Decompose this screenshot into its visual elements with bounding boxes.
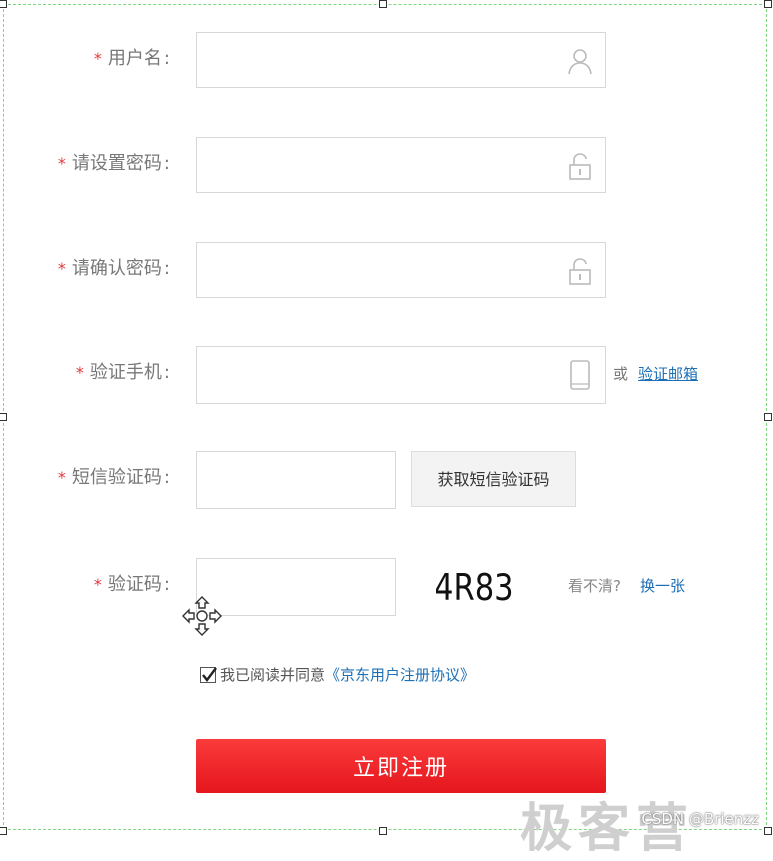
resize-handle-middle-right[interactable] [764, 413, 772, 421]
resize-handle-middle-left[interactable] [0, 413, 7, 421]
get-sms-code-button[interactable]: 获取短信验证码 [411, 451, 576, 507]
agreement-link[interactable]: 《京东用户注册协议》 [325, 666, 475, 684]
password-input[interactable] [197, 138, 605, 192]
sms-code-label: * 短信验证码: [57, 467, 170, 488]
user-icon [568, 49, 592, 75]
resize-handle-bottom-center[interactable] [379, 827, 387, 835]
sms-code-input[interactable] [197, 452, 395, 508]
username-input[interactable] [197, 33, 605, 87]
resize-handle-bottom-right[interactable] [764, 827, 772, 835]
resize-handle-top-right[interactable] [764, 0, 772, 8]
username-label: * 用户名: [93, 48, 170, 69]
confirm-password-input[interactable] [197, 243, 605, 297]
agreement-checkbox[interactable] [200, 667, 217, 683]
required-mark: * [93, 49, 102, 68]
phone-icon [570, 360, 590, 390]
unclear-text: 看不清? [568, 577, 621, 595]
confirm-password-field[interactable] [196, 242, 606, 298]
lock-icon [569, 153, 591, 180]
resize-handle-bottom-left[interactable] [0, 827, 7, 835]
resize-handle-top-center[interactable] [379, 0, 387, 8]
password-field[interactable] [196, 137, 606, 193]
move-cursor-icon [182, 596, 222, 636]
watermark-csdn: CSDN @Brienzz [641, 810, 759, 828]
confirm-password-label: * 请确认密码: [57, 258, 170, 279]
selection-frame [3, 4, 767, 830]
password-label: * 请设置密码: [57, 153, 170, 174]
refresh-captcha-link[interactable]: 换一张 [640, 575, 685, 596]
lock-icon [569, 258, 591, 285]
phone-label: * 验证手机: [75, 362, 170, 383]
agreement-row: 我已阅读并同意《京东用户注册协议》 [200, 663, 475, 687]
register-button[interactable]: 立即注册 [196, 739, 606, 793]
captcha-field[interactable] [196, 558, 396, 616]
phone-field[interactable] [196, 346, 606, 404]
sms-code-field[interactable] [196, 451, 396, 509]
phone-input[interactable] [197, 347, 605, 403]
captcha-input[interactable] [197, 559, 395, 615]
agreement-text: 我已阅读并同意 [220, 666, 326, 684]
resize-handle-top-left[interactable] [0, 0, 7, 8]
or-text: 或 [613, 365, 629, 383]
captcha-image[interactable]: 4R83 [436, 562, 512, 610]
check-icon [202, 667, 217, 682]
username-field[interactable] [196, 32, 606, 88]
verify-email-link[interactable]: 验证邮箱 [638, 363, 698, 384]
captcha-label: * 验证码: [93, 574, 170, 595]
svg-text:4R83: 4R83 [436, 566, 512, 608]
